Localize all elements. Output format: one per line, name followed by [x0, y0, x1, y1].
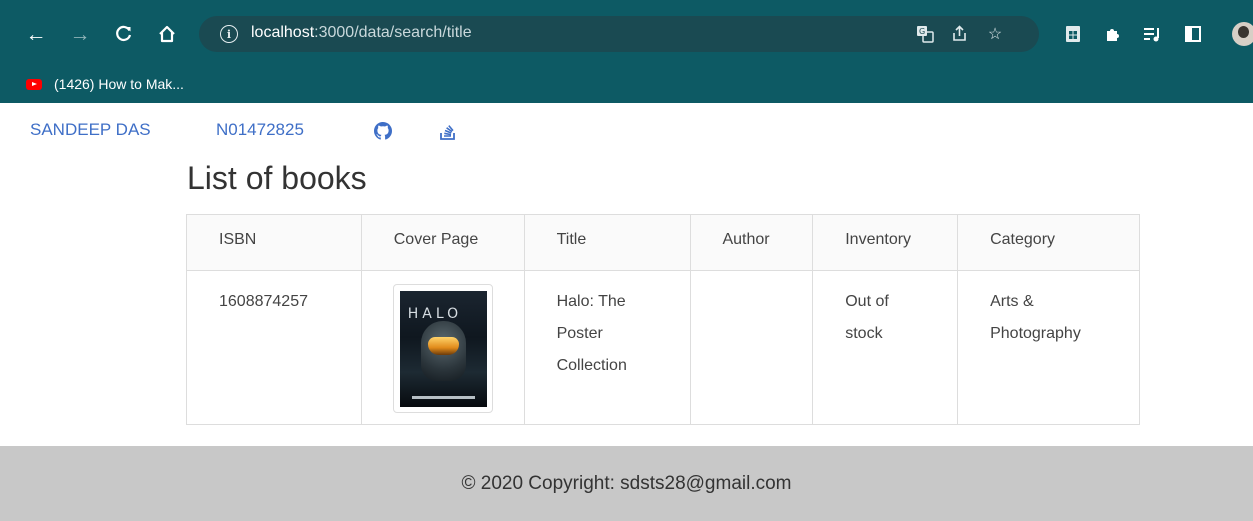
cell-title: Halo: The Poster Collection — [523, 270, 692, 425]
column-header-category: Category — [957, 214, 1140, 271]
svg-text:G: G — [919, 27, 925, 36]
column-header-cover-page: Cover Page — [360, 214, 525, 271]
book-cover-thumbnail[interactable]: HALO — [392, 284, 493, 413]
browser-chrome: ← → i localhost:3000/data/search/title G… — [0, 0, 1253, 103]
share-icon[interactable] — [950, 24, 970, 44]
translate-icon[interactable]: G — [915, 24, 935, 44]
browser-toolbar: ← → i localhost:3000/data/search/title G… — [0, 0, 1253, 66]
cell-cover-page: HALO — [360, 270, 525, 425]
address-bar[interactable]: i localhost:3000/data/search/title G ☆ — [199, 16, 1039, 52]
column-header-title: Title — [523, 214, 692, 271]
column-header-isbn: ISBN — [186, 214, 362, 271]
nav-link-name[interactable]: SANDEEP DAS — [30, 120, 151, 140]
visor-graphic — [427, 337, 459, 355]
cell-inventory: Out of stock — [812, 270, 959, 425]
table-row: 1608874257 HALO Halo: The Poster Collect… — [186, 270, 1140, 425]
url-path: :3000/data/search/title — [314, 24, 472, 41]
books-table: ISBN Cover Page Title Author Inventory C… — [186, 214, 1140, 425]
page-title: List of books — [187, 160, 367, 196]
side-panel-icon[interactable] — [1182, 23, 1204, 45]
url-text[interactable]: localhost:3000/data/search/title — [251, 24, 472, 42]
cell-isbn: 1608874257 — [186, 270, 362, 425]
stackoverflow-icon[interactable] — [437, 120, 459, 142]
bookmark-item-youtube[interactable]: (1426) How to Mak... — [26, 72, 184, 96]
profile-avatar-icon[interactable] — [1232, 22, 1253, 46]
column-header-inventory: Inventory — [812, 214, 959, 271]
table-header-row: ISBN Cover Page Title Author Inventory C… — [186, 214, 1140, 271]
extension-sheets-icon[interactable] — [1062, 23, 1084, 45]
site-info-icon[interactable]: i — [220, 25, 238, 43]
home-icon[interactable] — [155, 22, 179, 46]
bookmarks-bar: (1426) How to Mak... — [0, 66, 1253, 103]
cell-category: Arts & Photography — [957, 270, 1140, 425]
forward-arrow-icon[interactable]: → — [68, 22, 92, 46]
footer-copyright: © 2020 Copyright: sdsts28@gmail.com — [461, 472, 792, 494]
github-icon[interactable] — [372, 120, 394, 142]
page-navbar: SANDEEP DAS N01472825 — [0, 116, 1253, 146]
nav-link-student-id[interactable]: N01472825 — [216, 120, 304, 140]
cover-subtitle-bar — [411, 396, 475, 399]
reload-icon[interactable] — [112, 22, 136, 46]
reading-list-icon[interactable] — [1141, 23, 1163, 45]
bookmark-label: (1426) How to Mak... — [54, 76, 184, 92]
bookmark-star-icon[interactable]: ☆ — [985, 24, 1005, 44]
column-header-author: Author — [690, 214, 814, 271]
extensions-puzzle-icon[interactable] — [1102, 23, 1124, 45]
back-arrow-icon[interactable]: ← — [24, 22, 48, 46]
url-host: localhost — [251, 24, 315, 41]
page-footer: © 2020 Copyright: sdsts28@gmail.com — [0, 446, 1253, 521]
youtube-icon — [26, 78, 42, 90]
book-cover-image: HALO — [399, 291, 487, 407]
cell-author — [690, 270, 814, 425]
